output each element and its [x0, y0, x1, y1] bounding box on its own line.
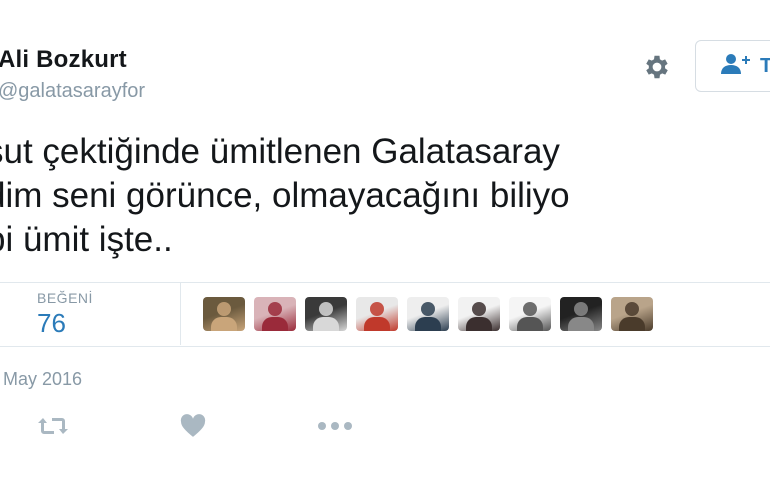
- gear-icon[interactable]: [640, 50, 674, 84]
- liker-avatar-7[interactable]: [509, 297, 551, 331]
- tweet-text: şut çektiğinde ümitlenen Galatasaray dim…: [0, 130, 770, 262]
- liker-avatar-1[interactable]: [203, 297, 245, 331]
- liker-avatar-9[interactable]: [611, 297, 653, 331]
- liker-avatars: [203, 297, 653, 331]
- heart-icon[interactable]: [179, 412, 207, 440]
- liker-avatar-2[interactable]: [254, 297, 296, 331]
- retweet-icon[interactable]: [36, 412, 70, 440]
- add-user-icon: [720, 53, 750, 80]
- tweet-date[interactable]: May 2016: [3, 369, 82, 390]
- more-dots-icon[interactable]: [317, 412, 353, 440]
- follow-button[interactable]: T: [695, 40, 770, 92]
- stats-vertical-divider: [180, 283, 181, 345]
- liker-avatar-3[interactable]: [305, 297, 347, 331]
- liker-avatar-6[interactable]: [458, 297, 500, 331]
- stats-divider-top: [0, 282, 770, 283]
- likes-label[interactable]: BEĞENİ: [37, 290, 93, 306]
- user-handle[interactable]: @galatasarayfor: [0, 80, 145, 103]
- user-display-name[interactable]: Ali Bozkurt: [0, 46, 127, 74]
- tweet-line-3: bi ümit işte..: [0, 220, 173, 259]
- likes-count[interactable]: 76: [37, 308, 66, 339]
- follow-button-label: T: [760, 54, 770, 77]
- tweet-line-1: şut çektiğinde ümitlenen Galatasaray: [0, 132, 560, 171]
- liker-avatar-8[interactable]: [560, 297, 602, 331]
- tweet-line-2: dim seni görünce, olmayacağını biliyo: [0, 176, 570, 215]
- stats-divider-bottom: [0, 346, 770, 347]
- liker-avatar-5[interactable]: [407, 297, 449, 331]
- liker-avatar-4[interactable]: [356, 297, 398, 331]
